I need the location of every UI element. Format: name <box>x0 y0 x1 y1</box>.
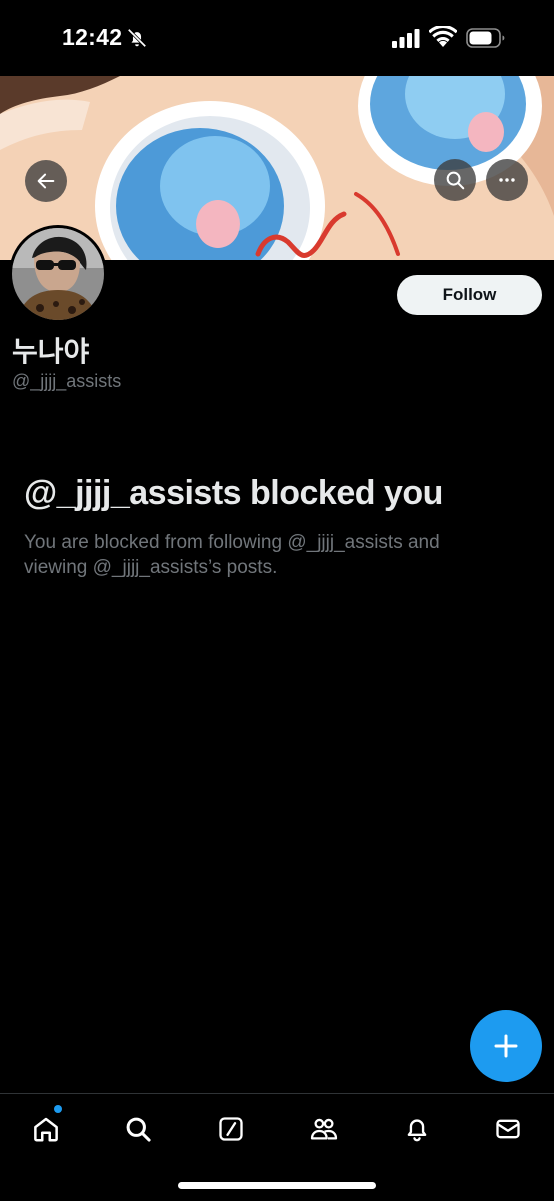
blocked-title: @_jjjj_assists blocked you <box>24 474 443 512</box>
bell-off-icon <box>127 28 147 48</box>
cellular-signal-icon <box>392 29 420 48</box>
more-horizontal-icon <box>499 178 515 182</box>
plus-icon <box>494 1034 518 1058</box>
search-icon <box>446 171 465 190</box>
arrow-left-icon <box>37 173 55 189</box>
search-button[interactable] <box>434 159 476 201</box>
nav-home[interactable] <box>29 1105 63 1146</box>
status-bar: 12:42 <box>0 0 554 76</box>
display-name: 누나야 <box>12 335 90 368</box>
home-indicator[interactable] <box>178 1182 376 1189</box>
blocked-description: You are blocked from following @_jjjj_as… <box>24 532 440 578</box>
nav-search[interactable] <box>121 1112 155 1146</box>
more-options-button[interactable] <box>486 159 528 201</box>
home-icon <box>34 1117 58 1142</box>
avatar-photo <box>12 228 104 320</box>
nav-messages[interactable] <box>491 1112 525 1146</box>
avatar[interactable] <box>9 225 107 323</box>
nav-communities[interactable] <box>307 1112 341 1146</box>
wifi-icon <box>429 26 457 47</box>
notifications-icon <box>407 1119 427 1142</box>
status-time: 12:42 <box>62 24 123 50</box>
battery-icon <box>466 28 505 48</box>
communities-icon <box>310 1118 338 1140</box>
search-icon <box>126 1117 151 1142</box>
grok-icon <box>219 1117 243 1141</box>
compose-post-button[interactable] <box>470 1010 542 1082</box>
messages-icon <box>496 1119 520 1139</box>
follow-button[interactable]: Follow <box>397 275 542 315</box>
nav-grok[interactable] <box>214 1112 248 1146</box>
home-notification-dot <box>54 1105 62 1113</box>
nav-notifications[interactable] <box>400 1112 434 1146</box>
user-handle: @_jjjj_assists <box>12 371 122 391</box>
back-button[interactable] <box>25 160 67 202</box>
